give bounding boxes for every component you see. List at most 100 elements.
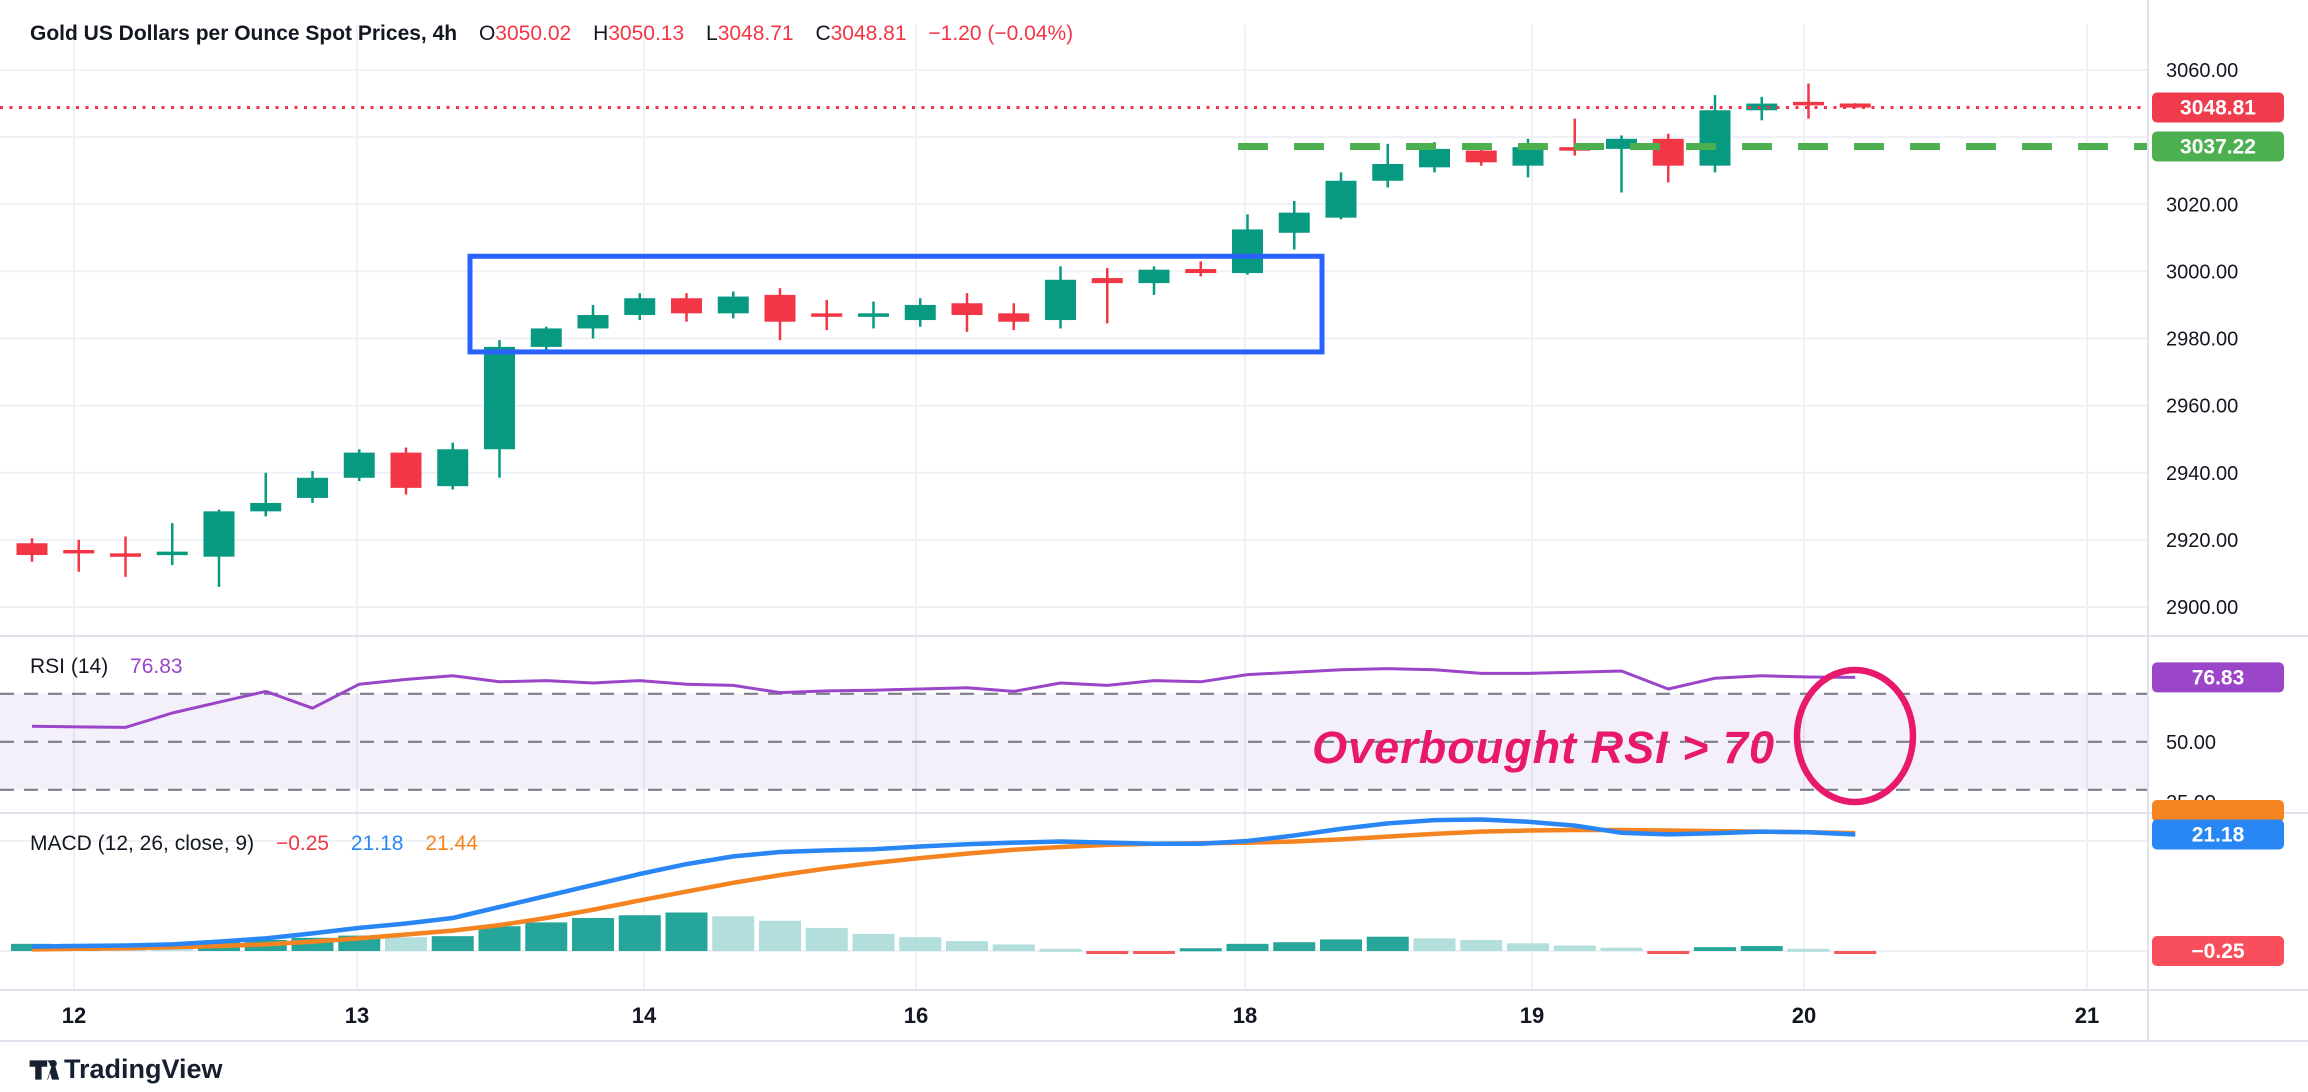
time-axis-label: 14 [632, 1003, 657, 1028]
price-legend[interactable]: Gold US Dollars per Ounce Spot Prices, 4… [30, 22, 1073, 46]
price-axis[interactable]: 3060.00 3020.00 3000.00 2980.00 2960.00 2940.… [2166, 60, 2238, 814]
pane-separators [0, 0, 2308, 1041]
time-axis-label: 18 [1233, 1003, 1257, 1028]
rsi-tick-label: 50.00 [2166, 732, 2216, 754]
macd-histogram-bar [899, 937, 941, 951]
candle-body [718, 297, 749, 314]
rsi-legend[interactable]: RSI (14) 76.83 [30, 655, 183, 679]
macd-histogram-bar [1133, 951, 1175, 954]
rsi-value: 76.83 [130, 655, 183, 678]
price-tick-label: 3020.00 [2166, 194, 2238, 216]
rsi-value-badge-text: 76.83 [2192, 666, 2245, 689]
price-tick-label: 2980.00 [2166, 329, 2238, 351]
candle-body [998, 313, 1029, 321]
candle-body [110, 553, 141, 557]
macd-line-value: 21.18 [351, 832, 404, 855]
macd-histogram-bar [1460, 940, 1502, 951]
signal-value-badge [2152, 800, 2284, 822]
candle-body [1793, 102, 1824, 106]
macd-histogram-bar [1694, 947, 1736, 951]
candle-body [1185, 269, 1216, 273]
candle-body [905, 305, 936, 320]
time-axis-label: 21 [2075, 1003, 2099, 1028]
macd-histogram-bar [1086, 951, 1128, 954]
macd-histogram-bar [1834, 951, 1876, 954]
candle-body [63, 550, 94, 554]
price-tick-label: 2960.00 [2166, 396, 2238, 418]
macd-histogram-bar [619, 915, 661, 951]
candle-body [1045, 280, 1076, 320]
candle-body [1232, 229, 1263, 273]
candle-body [811, 313, 842, 317]
time-axis-label: 12 [62, 1003, 86, 1028]
ohlc-high: H3050.13 [593, 22, 684, 45]
time-axis[interactable]: 1213141618192021 [62, 1003, 2099, 1028]
time-axis-label: 20 [1792, 1003, 1816, 1028]
macd-indicator-name: MACD (12, 26, close, 9) [30, 832, 254, 855]
candle-body [204, 511, 235, 556]
hist-value-badge-text: −0.25 [2191, 940, 2244, 963]
macd-histogram-bar [432, 936, 474, 951]
macd-histogram-bar [1040, 949, 1082, 952]
macd-histogram-bar [1227, 944, 1269, 951]
macd-histogram-bar [1741, 946, 1783, 951]
candle-body [250, 503, 281, 511]
macd-histogram-bar [1367, 937, 1409, 951]
candle-body [1653, 139, 1684, 166]
candle-body [578, 315, 609, 328]
macd-histogram-bar [479, 926, 521, 951]
candle-body [1466, 151, 1497, 163]
candle-body [1700, 110, 1731, 165]
ohlc-open: O3050.02 [479, 22, 571, 45]
price-tick-label: 3060.00 [2166, 60, 2238, 82]
time-axis-label: 16 [904, 1003, 928, 1028]
time-axis-label: 13 [345, 1003, 369, 1028]
macd-histogram-bar [1273, 942, 1315, 951]
candle-body [1092, 278, 1123, 283]
candle-body [297, 478, 328, 498]
macd-legend[interactable]: MACD (12, 26, close, 9) −0.25 21.18 21.4… [30, 832, 478, 856]
chart-canvas[interactable]: 3060.00 3020.00 3000.00 2980.00 2960.00 2940.… [0, 0, 2308, 1092]
macd-signal-value: 21.44 [425, 832, 478, 855]
rsi-indicator-name: RSI (14) [30, 655, 108, 678]
price-tick-label: 2920.00 [2166, 530, 2238, 552]
candle-body [391, 453, 422, 488]
price-level-lines [0, 108, 2148, 147]
candle-body [344, 453, 375, 478]
macd-histogram-bar [946, 941, 988, 951]
overbought-annotation-text[interactable]: Overbought RSI > 70 [1255, 722, 1775, 774]
candle-body [765, 295, 796, 322]
macd-histogram-bar [1788, 949, 1830, 952]
candle-body [1372, 164, 1403, 181]
tradingview-chart-window: 3060.00 3020.00 3000.00 2980.00 2960.00 2940.… [0, 0, 2308, 1092]
macd-histogram-bar [572, 918, 614, 951]
macd-hist-value: −0.25 [276, 832, 329, 855]
macd-histogram-bar [1507, 943, 1549, 951]
candle-body [952, 303, 983, 315]
macd-histogram-bar [1414, 938, 1456, 951]
macd-histogram-bar [666, 913, 708, 952]
candle-body [624, 298, 655, 315]
macd-histogram-bar [759, 921, 801, 951]
candle-body [1326, 181, 1357, 218]
macd-histogram-bar [1601, 948, 1643, 951]
price-tick-label: 3000.00 [2166, 261, 2238, 283]
tradingview-logo-icon[interactable] [28, 1057, 60, 1088]
macd-histogram-bar [1647, 951, 1689, 954]
macd-histogram-bar [853, 934, 895, 951]
candle-body [157, 552, 188, 556]
price-tick-label: 2900.00 [2166, 597, 2238, 619]
level-price-badge-text: 3037.22 [2180, 135, 2256, 158]
candle-body [531, 328, 562, 346]
candle-body [437, 449, 468, 486]
ohlc-close: C3048.81 [815, 22, 906, 45]
symbol-title: Gold US Dollars per Ounce Spot Prices, 4… [30, 22, 457, 45]
rsi-band [0, 694, 2148, 790]
tradingview-watermark[interactable]: TradingView [64, 1054, 223, 1085]
macd-histogram-bar [525, 922, 567, 951]
candle-body [1419, 149, 1450, 167]
ohlc-low: L3048.71 [706, 22, 794, 45]
macd-histogram-bar [806, 928, 848, 951]
price-tick-label: 2940.00 [2166, 463, 2238, 485]
macd-histogram-bar [993, 944, 1035, 951]
